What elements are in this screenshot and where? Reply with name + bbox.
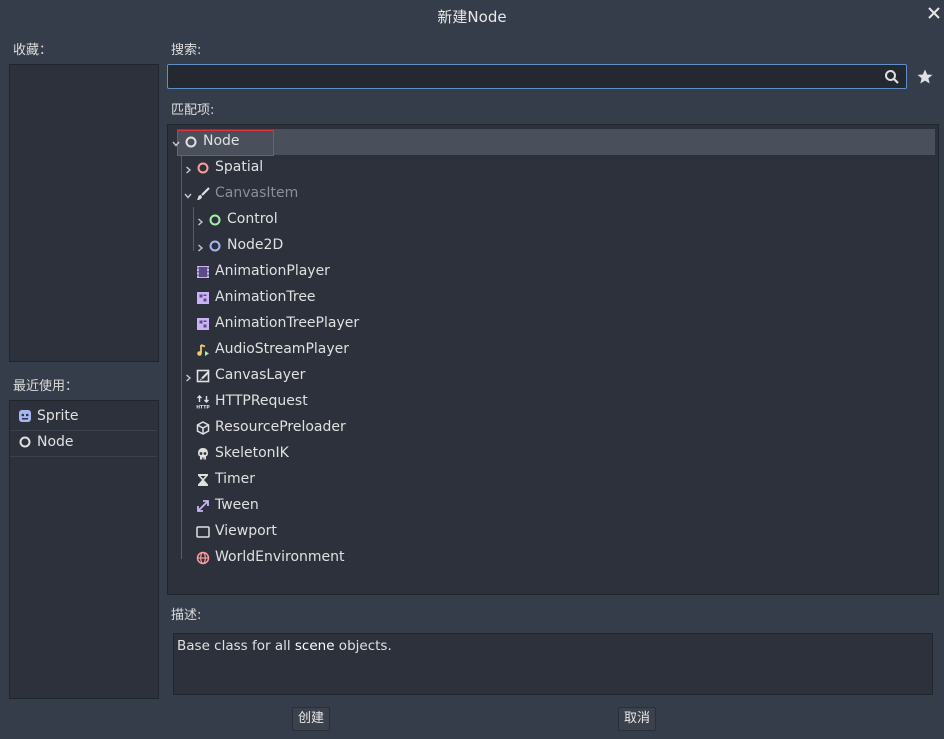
tree-item-label: SkeletonIK (215, 445, 289, 461)
tree-item-animationplayer[interactable]: AnimationPlayer (168, 259, 934, 285)
tree-item-label: Spatial (215, 159, 264, 175)
tree-item-label: Timer (215, 471, 256, 487)
node2d-circle-icon (208, 239, 222, 253)
recent-item-label: Node (37, 434, 74, 450)
skull-icon (196, 447, 210, 461)
chevron-down-icon[interactable] (183, 189, 193, 199)
tree-item-label: AnimationPlayer (215, 263, 330, 279)
tree-item-label: CanvasLayer (215, 367, 306, 383)
chevron-right-icon[interactable] (183, 371, 193, 382)
description-keyword: scene (294, 638, 335, 654)
recent-label: 最近使用： (13, 379, 79, 394)
tree-item-animationtreeplayer[interactable]: AnimationTreePlayer (168, 311, 934, 337)
tree-item-canvaslayer[interactable]: CanvasLayer (168, 363, 934, 389)
tree-item-control[interactable]: Control (168, 207, 934, 233)
matches-tree[interactable]: Node Spatial CanvasItem Control Node2D A… (167, 124, 939, 595)
node-circle-icon (18, 435, 32, 449)
viewport-icon (196, 525, 210, 539)
search-label: 搜索: (171, 43, 202, 58)
tree-item-label: CanvasItem (215, 185, 299, 201)
recent-item-label: Sprite (37, 408, 79, 424)
tree-item-canvasitem[interactable]: CanvasItem (168, 181, 934, 207)
description-text-part: Base class for all (177, 638, 295, 654)
tree-item-label: Node2D (227, 237, 284, 253)
http-icon: HTTP (196, 395, 210, 411)
dialog-title: 新建Node (437, 8, 507, 26)
create-button[interactable]: 创建 (292, 707, 330, 731)
search-input[interactable] (172, 67, 876, 88)
canvas-layer-icon (196, 369, 210, 383)
tree-item-spatial[interactable]: Spatial (168, 155, 934, 181)
tree-item-label: WorldEnvironment (215, 549, 345, 565)
chevron-right-icon[interactable] (195, 241, 205, 252)
sprite-icon (18, 409, 32, 423)
search-field[interactable] (167, 64, 907, 89)
tree-item-label: Node (203, 133, 240, 149)
search-icon (884, 69, 900, 85)
tree-item-worldenvironment[interactable]: WorldEnvironment (168, 545, 934, 571)
tree-item-label: Tween (215, 497, 259, 513)
hourglass-icon (196, 473, 210, 487)
favorites-list[interactable] (9, 64, 159, 362)
description-label: 描述: (171, 608, 202, 623)
favorite-star-icon[interactable] (916, 68, 934, 86)
recent-item-node[interactable]: Node (10, 430, 157, 457)
description-text-part: objects. (334, 638, 392, 654)
description-text: Base class for all scene objects. (177, 638, 392, 654)
audio-note-icon (196, 343, 210, 357)
matches-label: 匹配项: (171, 103, 215, 118)
control-circle-icon (208, 213, 222, 227)
tween-icon (196, 499, 210, 513)
tree-item-viewport[interactable]: Viewport (168, 519, 934, 545)
animation-tree-icon (196, 317, 210, 331)
chevron-right-icon[interactable] (183, 163, 193, 174)
cube-icon (196, 421, 210, 435)
brush-icon (196, 187, 210, 201)
chevron-down-icon[interactable] (171, 137, 181, 147)
recent-item-sprite[interactable]: Sprite (10, 404, 157, 431)
chevron-right-icon[interactable] (195, 215, 205, 226)
tree-item-label: Viewport (215, 523, 277, 539)
tree-item-label: AnimationTree (215, 289, 316, 305)
globe-icon (196, 551, 210, 565)
tree-item-httprequest[interactable]: HTTP HTTPRequest (168, 389, 934, 415)
close-icon[interactable] (925, 4, 943, 22)
tree-item-animationtree[interactable]: AnimationTree (168, 285, 934, 311)
tree-item-label: AudioStreamPlayer (215, 341, 350, 357)
tree-item-node2d[interactable]: Node2D (168, 233, 934, 259)
tree-item-resourcepreloader[interactable]: ResourcePreloader (168, 415, 934, 441)
spatial-circle-icon (196, 161, 210, 175)
node-circle-icon (184, 135, 198, 149)
tree-item-node[interactable]: Node (168, 129, 934, 155)
tree-item-label: AnimationTreePlayer (215, 315, 360, 331)
tree-item-timer[interactable]: Timer (168, 467, 934, 493)
film-icon (196, 265, 210, 279)
tree-item-label: HTTPRequest (215, 393, 308, 409)
animation-tree-icon (196, 291, 210, 305)
tree-item-label: Control (227, 211, 278, 227)
tree-item-skeletonik[interactable]: SkeletonIK (168, 441, 934, 467)
tree-item-tween[interactable]: Tween (168, 493, 934, 519)
tree-item-audiostreamplayer[interactable]: AudioStreamPlayer (168, 337, 934, 363)
svg-text:HTTP: HTTP (196, 405, 210, 410)
cancel-button[interactable]: 取消 (618, 707, 656, 731)
favorites-label: 收藏： (13, 43, 53, 58)
tree-item-label: ResourcePreloader (215, 419, 346, 435)
